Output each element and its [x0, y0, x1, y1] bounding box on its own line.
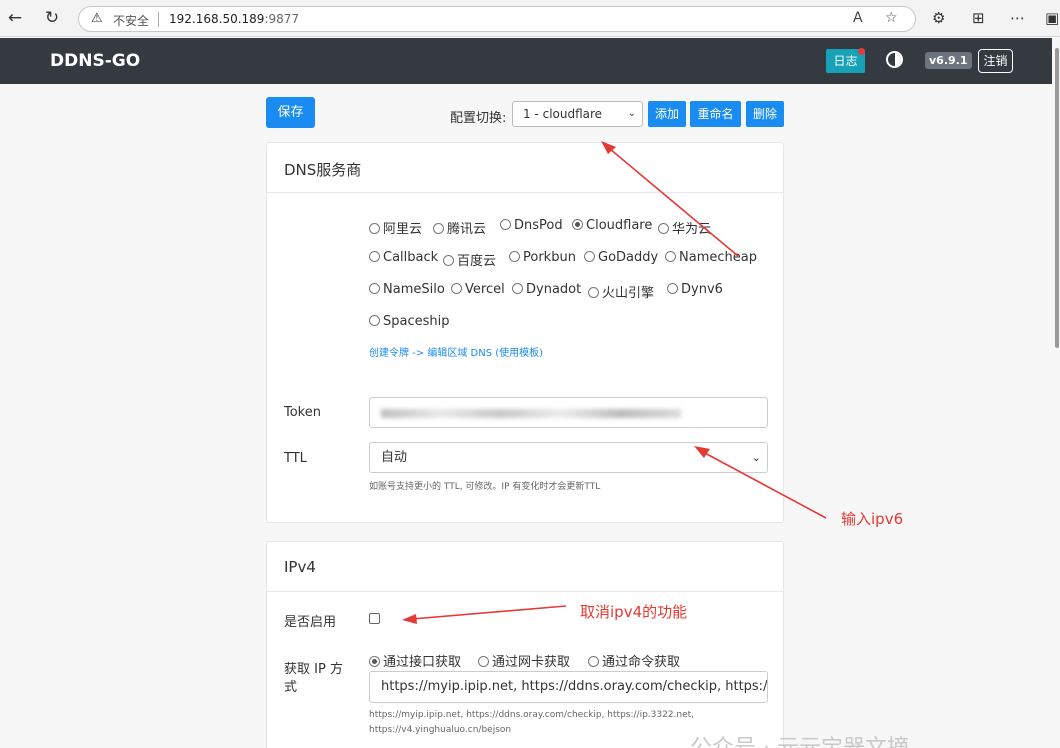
annotation-ipv6: 输入ipv6: [841, 510, 904, 528]
arrow-to-config-select: [609, 148, 739, 257]
arrow-head: [402, 614, 417, 624]
arrow-head: [694, 446, 710, 458]
arrow-to-token-input: [702, 451, 827, 519]
annotation-arrows: [402, 141, 827, 624]
arrow-to-ipv4-checkbox: [411, 605, 567, 620]
annotation-ipv4: 取消ipv4的功能: [580, 603, 688, 621]
watermark: 公众号 · 元元宝器文摘: [690, 730, 909, 748]
